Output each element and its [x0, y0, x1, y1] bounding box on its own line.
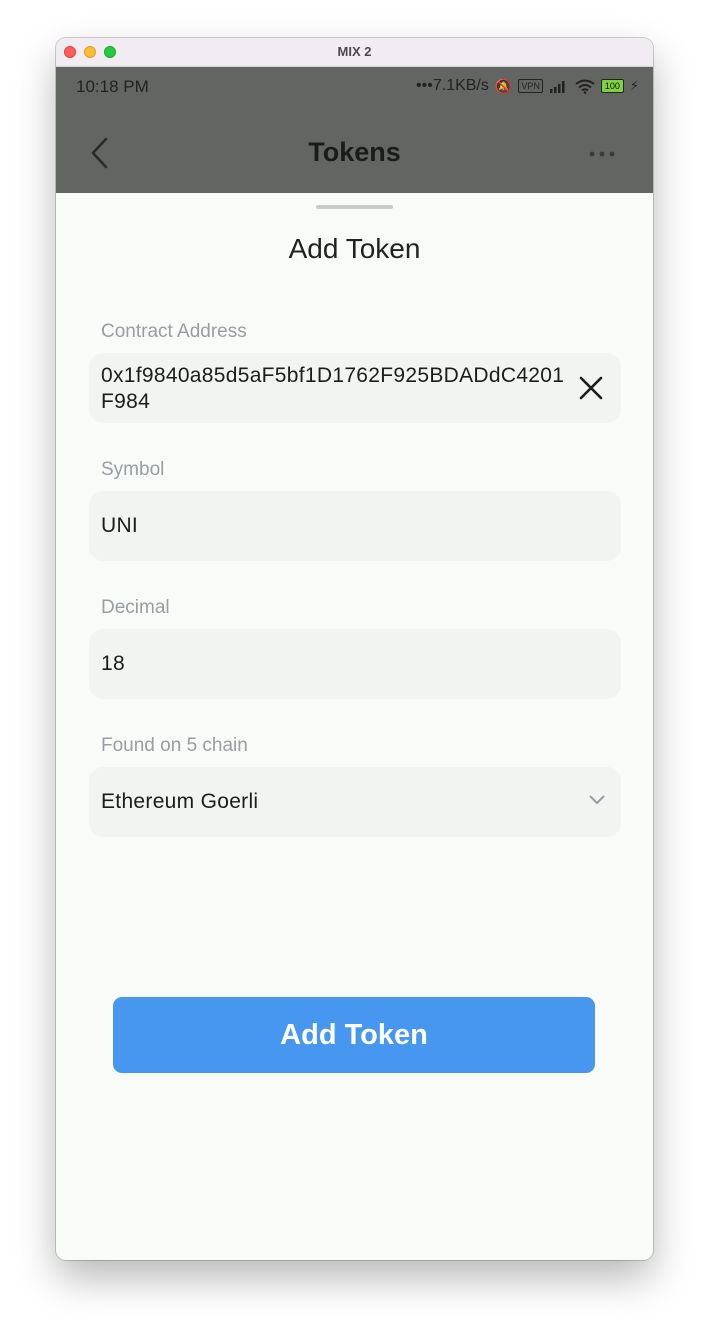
- chain-value[interactable]: Ethereum Goerli: [101, 767, 258, 837]
- symbol-field[interactable]: UNI: [89, 491, 621, 561]
- symbol-label: Symbol: [101, 459, 165, 480]
- signal-icon: [549, 81, 565, 93]
- charging-icon: ⚡: [629, 78, 639, 93]
- chain-select[interactable]: Ethereum Goerli: [89, 767, 621, 837]
- app-window: MIX 2 10:18 PM •••7.1KB/s 🔕 VPN 100 ⚡ To…: [56, 38, 653, 1260]
- add-token-sheet: Add Token Contract Address 0x1f9840a85d5…: [56, 193, 653, 1260]
- wifi-icon: [575, 79, 595, 94]
- window-titlebar: MIX 2: [56, 38, 653, 67]
- network-speed: •••7.1KB/s: [416, 77, 489, 94]
- page-title: Tokens: [308, 137, 401, 167]
- decimal-field[interactable]: 18: [89, 629, 621, 699]
- sheet-title: Add Token: [288, 233, 421, 264]
- drag-handle[interactable]: [316, 205, 393, 209]
- symbol-value[interactable]: UNI: [101, 491, 138, 561]
- battery-indicator: 100: [600, 79, 624, 93]
- contract-address-label: Contract Address: [101, 321, 247, 342]
- status-icons: •••7.1KB/s 🔕 VPN 100 ⚡: [416, 77, 639, 95]
- clear-icon[interactable]: [579, 376, 603, 400]
- chevron-down-icon[interactable]: [589, 795, 605, 805]
- contract-address-field[interactable]: 0x1f9840a85d5aF5bf1D1762F925BDADdC4201F9…: [89, 353, 621, 423]
- add-token-button[interactable]: Add Token: [113, 997, 595, 1073]
- decimal-value[interactable]: 18: [101, 629, 125, 699]
- chain-label: Found on 5 chain: [101, 735, 248, 756]
- status-time: 10:18 PM: [76, 77, 149, 96]
- status-bar: 10:18 PM •••7.1KB/s 🔕 VPN 100 ⚡: [56, 67, 653, 107]
- more-icon[interactable]: [589, 151, 615, 157]
- vpn-badge: VPN: [518, 79, 543, 93]
- mute-icon: 🔕: [494, 77, 513, 94]
- app-header: Tokens: [56, 107, 653, 193]
- contract-address-value[interactable]: 0x1f9840a85d5aF5bf1D1762F925BDADdC4201F9…: [101, 363, 571, 415]
- decimal-label: Decimal: [101, 597, 170, 618]
- window-title: MIX 2: [337, 44, 372, 59]
